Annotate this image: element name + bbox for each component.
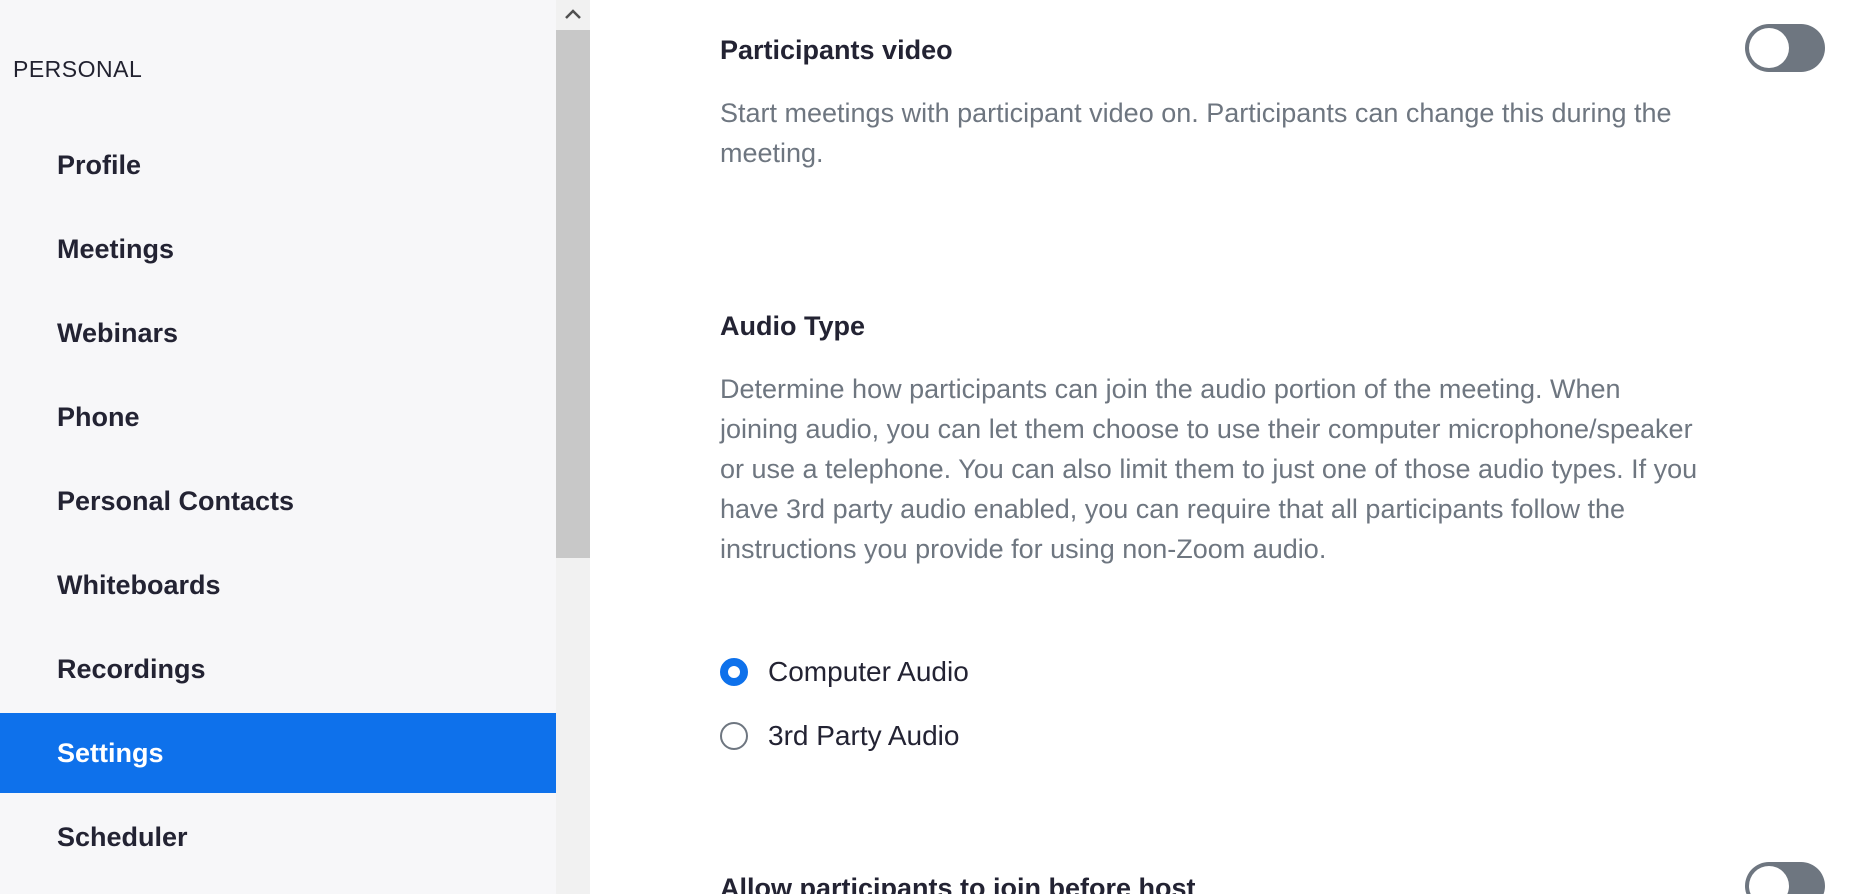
sidebar-item-personal-contacts[interactable]: Personal Contacts (0, 461, 556, 541)
sidebar-item-whiteboards[interactable]: Whiteboards (0, 545, 556, 625)
settings-content: Participants video Start meetings with p… (590, 0, 1868, 894)
participants-video-title: Participants video (720, 35, 953, 65)
sidebar-section-label: PERSONAL (13, 56, 143, 82)
participants-video-toggle[interactable] (1745, 24, 1825, 72)
chevron-up-icon (565, 9, 581, 19)
radio-unchecked-icon[interactable] (720, 722, 748, 750)
join-before-host-toggle[interactable] (1745, 862, 1825, 894)
toggle-knob (1749, 866, 1789, 894)
join-before-host-title: Allow participants to join before host (720, 873, 1196, 894)
radio-3rd-party-audio[interactable]: 3rd Party Audio (720, 720, 959, 752)
sidebar-item-profile[interactable]: Profile (0, 125, 556, 205)
sidebar-item-recordings[interactable]: Recordings (0, 629, 556, 709)
radio-label: 3rd Party Audio (768, 720, 960, 751)
audio-type-title: Audio Type (720, 311, 865, 341)
radio-checked-icon[interactable] (720, 658, 748, 686)
radio-computer-audio[interactable]: Computer Audio (720, 656, 969, 688)
sidebar-item-settings[interactable]: Settings (0, 713, 556, 793)
audio-type-description: Determine how participants can join the … (720, 374, 1698, 564)
scroll-up-button[interactable] (556, 0, 590, 28)
sidebar-item-scheduler[interactable]: Scheduler (0, 797, 556, 877)
toggle-knob (1749, 28, 1789, 68)
sidebar-item-webinars[interactable]: Webinars (0, 293, 556, 373)
radio-label: Computer Audio (768, 656, 969, 687)
sidebar: PERSONAL Profile Meetings Webinars Phone… (0, 0, 556, 894)
sidebar-scrollbar[interactable] (556, 0, 590, 894)
participants-video-description: Start meetings with participant video on… (720, 98, 1672, 168)
sidebar-item-phone[interactable]: Phone (0, 377, 556, 457)
settings-page: PERSONAL Profile Meetings Webinars Phone… (0, 0, 1868, 894)
sidebar-item-meetings[interactable]: Meetings (0, 209, 556, 289)
scrollbar-thumb[interactable] (556, 30, 590, 558)
